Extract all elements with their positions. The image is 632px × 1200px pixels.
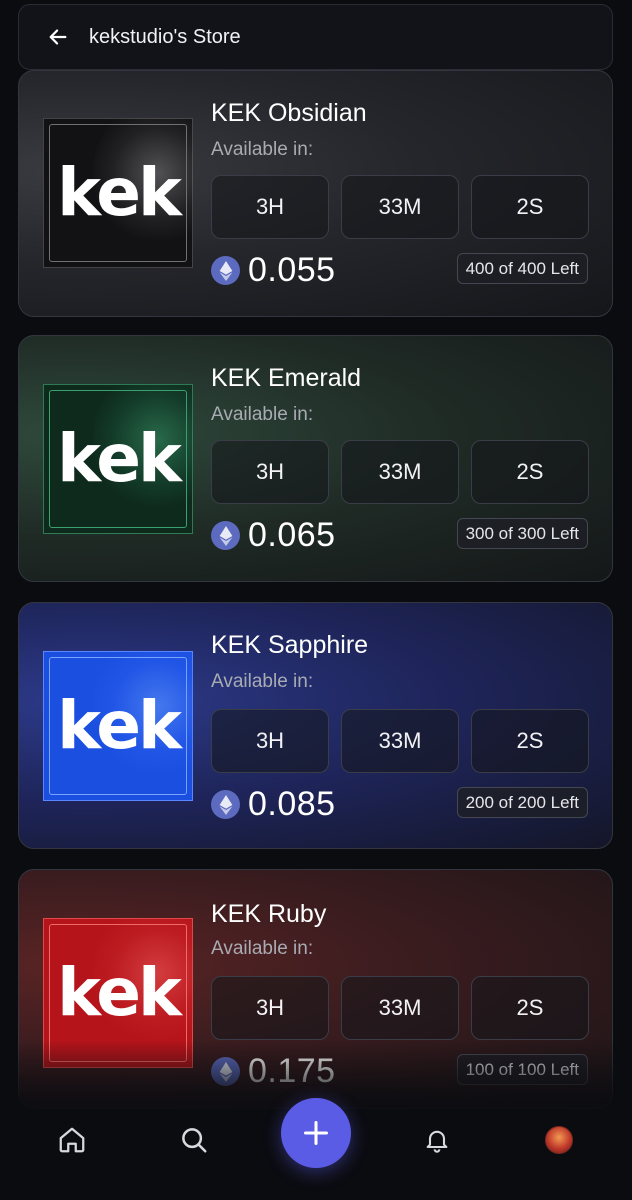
available-label: Available in: — [211, 139, 314, 160]
back-button[interactable] — [45, 24, 71, 50]
kek-logo: kek — [57, 954, 182, 1031]
product-name: KEK Ruby — [211, 900, 327, 928]
price-row: 0.055 — [211, 251, 336, 290]
price-row: 0.085 — [211, 785, 336, 824]
timer-minutes: 33M — [341, 976, 459, 1040]
price: 0.085 — [248, 785, 336, 823]
stock-badge: 100 of 100 Left — [456, 1054, 588, 1085]
product-image: kek — [43, 651, 193, 801]
eth-icon — [211, 1057, 240, 1086]
product-card-ruby[interactable]: kek KEK Ruby Available in: 3H 33M 2S 0.1… — [18, 869, 613, 1109]
price: 0.055 — [248, 251, 336, 289]
kek-logo: kek — [57, 687, 182, 764]
stock-badge: 300 of 300 Left — [456, 518, 588, 549]
create-button[interactable] — [281, 1098, 351, 1168]
product-name: KEK Sapphire — [211, 631, 369, 659]
timer-hours: 3H — [211, 440, 329, 504]
timer-minutes: 33M — [341, 175, 459, 239]
product-image: kek — [43, 118, 193, 268]
product-image: kek — [43, 384, 193, 534]
eth-icon — [211, 790, 240, 819]
page-title: kekstudio's Store — [89, 25, 241, 48]
timer-seconds: 2S — [471, 709, 589, 773]
nav-home[interactable] — [54, 1122, 90, 1158]
plus-icon — [303, 1120, 329, 1146]
product-name: KEK Emerald — [211, 364, 362, 392]
timer-hours: 3H — [211, 976, 329, 1040]
bottom-nav — [0, 1098, 632, 1200]
timer-minutes: 33M — [341, 440, 459, 504]
nav-search[interactable] — [176, 1122, 212, 1158]
timer-hours: 3H — [211, 709, 329, 773]
timer-seconds: 2S — [471, 175, 589, 239]
price-row: 0.175 — [211, 1052, 336, 1091]
product-card-obsidian[interactable]: kek KEK Obsidian Available in: 3H 33M 2S… — [18, 70, 613, 317]
price: 0.065 — [248, 516, 336, 554]
search-icon — [182, 1128, 207, 1153]
price: 0.175 — [248, 1052, 336, 1090]
product-image: kek — [43, 918, 193, 1068]
price-row: 0.065 — [211, 516, 336, 555]
product-name: KEK Obsidian — [211, 99, 367, 127]
home-icon — [59, 1127, 85, 1153]
timer-hours: 3H — [211, 175, 329, 239]
stock-badge: 200 of 200 Left — [456, 787, 588, 818]
nav-notifications[interactable] — [419, 1122, 455, 1158]
timer-seconds: 2S — [471, 976, 589, 1040]
eth-icon — [211, 256, 240, 285]
timer-seconds: 2S — [471, 440, 589, 504]
avatar — [545, 1126, 573, 1154]
stock-badge: 400 of 400 Left — [456, 253, 588, 284]
arrow-left-icon — [49, 29, 67, 45]
nav-profile[interactable] — [541, 1122, 577, 1158]
kek-logo: kek — [57, 154, 182, 231]
available-label: Available in: — [211, 938, 314, 959]
product-card-emerald[interactable]: kek KEK Emerald Available in: 3H 33M 2S … — [18, 335, 613, 582]
eth-icon — [211, 521, 240, 550]
bell-icon — [426, 1130, 448, 1153]
product-card-sapphire[interactable]: kek KEK Sapphire Available in: 3H 33M 2S… — [18, 602, 613, 849]
kek-logo: kek — [57, 420, 182, 497]
available-label: Available in: — [211, 671, 314, 692]
store-header: kekstudio's Store — [18, 4, 613, 70]
timer-minutes: 33M — [341, 709, 459, 773]
available-label: Available in: — [211, 404, 314, 425]
